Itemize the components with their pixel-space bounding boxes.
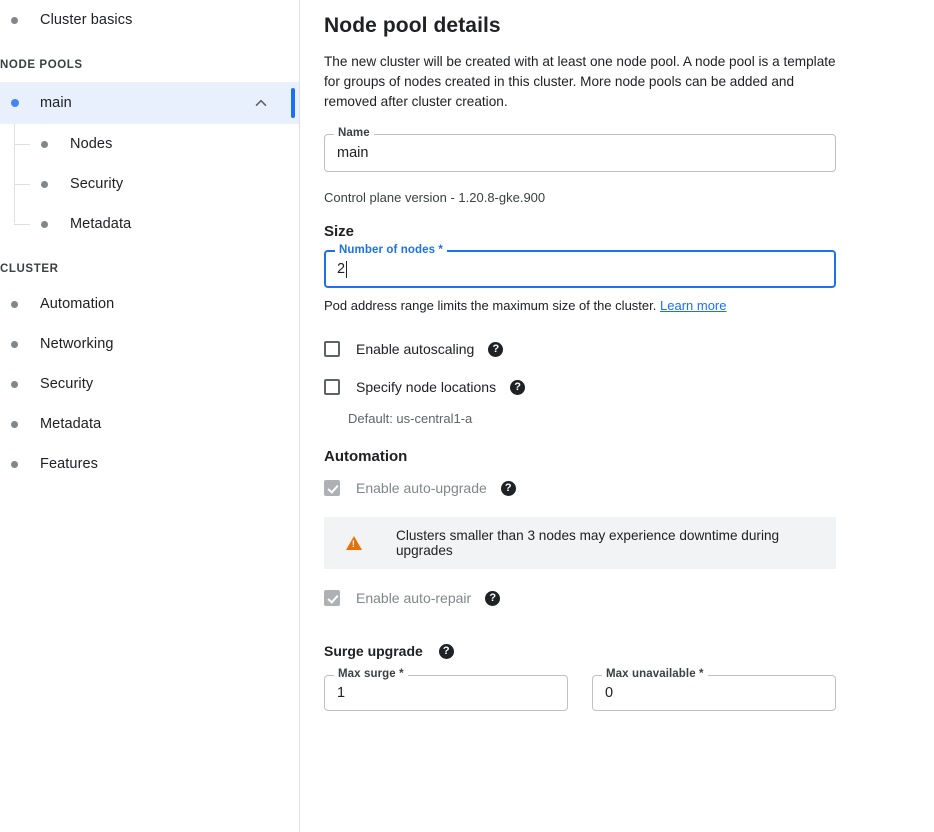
help-icon[interactable]: ? [510, 379, 526, 395]
enable-auto-repair-row: Enable auto-repair ? [324, 587, 836, 609]
automation-heading: Automation [324, 448, 408, 465]
sidebar-item-label: Security [70, 176, 124, 192]
sidebar-item-security[interactable]: Security [0, 364, 299, 404]
sidebar-item-main-pool[interactable]: main [0, 82, 299, 124]
help-icon[interactable]: ? [488, 341, 504, 357]
enable-auto-upgrade-checkbox [324, 480, 340, 496]
sidebar-item-automation[interactable]: Automation [0, 284, 299, 324]
name-field[interactable]: Name main [324, 127, 836, 172]
surge-upgrade-heading: Surge upgrade [324, 643, 423, 659]
learn-more-link[interactable]: Learn more [660, 298, 726, 313]
bullet-icon [11, 460, 18, 468]
specify-node-locations-checkbox[interactable] [324, 379, 340, 395]
warning-triangle-icon [346, 536, 362, 550]
page-description: The new cluster will be created with at … [324, 54, 836, 109]
max-unavailable-input[interactable]: Max unavailable * 0 [592, 668, 836, 711]
sidebar-item-label: Networking [40, 336, 114, 352]
sidebar-item-label: Features [40, 456, 99, 472]
pod-address-hint-text: Pod address range limits the maximum siz… [324, 298, 657, 313]
specify-node-locations-label: Specify node locations [356, 379, 497, 395]
page-title: Node pool details [324, 14, 501, 37]
sidebar-item-nodes[interactable]: Nodes [0, 124, 299, 164]
bullet-icon [11, 420, 18, 428]
bullet-icon [11, 99, 19, 107]
sidebar-item-features[interactable]: Features [0, 444, 299, 484]
downtime-warning-text: Clusters smaller than 3 nodes may experi… [396, 528, 780, 558]
enable-autoscaling-row[interactable]: Enable autoscaling ? [324, 338, 836, 360]
node-locations-default: Default: us-central1-a [348, 411, 473, 426]
enable-auto-repair-label: Enable auto-repair [356, 590, 472, 606]
enable-auto-repair-checkbox [324, 590, 340, 606]
chevron-up-icon[interactable] [253, 95, 269, 111]
bullet-icon [41, 180, 48, 188]
sidebar-item-label: Security [40, 376, 94, 392]
sidebar-pool-children: Nodes Security Metadata [0, 124, 299, 244]
specify-node-locations-row[interactable]: Specify node locations ? [324, 376, 836, 398]
number-of-nodes-label: Number of nodes * [335, 244, 447, 256]
sidebar-item-security-pool[interactable]: Security [0, 164, 299, 204]
max-surge-value: 1 [337, 685, 346, 701]
help-icon[interactable]: ? [485, 590, 501, 606]
max-unavailable-label: Max unavailable * [602, 668, 708, 680]
sidebar-item-label: main [40, 95, 72, 111]
sidebar-section-cluster: CLUSTER [0, 263, 59, 275]
main-content: Node pool details The new cluster will b… [300, 0, 934, 832]
sidebar-item-label: Metadata [40, 416, 102, 432]
number-of-nodes-value: 2 [337, 261, 346, 277]
sidebar-item-label: Cluster basics [40, 12, 133, 28]
pod-address-hint: Pod address range limits the maximum siz… [324, 298, 836, 313]
sidebar-item-networking[interactable]: Networking [0, 324, 299, 364]
bullet-icon [11, 16, 18, 24]
number-of-nodes-input[interactable]: Number of nodes * 2 [324, 244, 836, 288]
bullet-icon [41, 140, 48, 148]
bullet-icon [41, 220, 48, 228]
max-unavailable-value: 0 [605, 685, 614, 701]
help-icon[interactable]: ? [500, 480, 516, 496]
enable-autoscaling-checkbox[interactable] [324, 341, 340, 357]
selected-indicator-bar [291, 88, 295, 118]
max-surge-label: Max surge * [334, 668, 408, 680]
sidebar-section-node-pools: NODE POOLS [0, 59, 83, 71]
enable-auto-upgrade-row: Enable auto-upgrade ? [324, 477, 836, 499]
sidebar: Cluster basics NODE POOLS main Nodes Sec… [0, 0, 300, 832]
surge-fields: Max surge * 1 Max unavailable * 0 [324, 668, 836, 711]
size-heading: Size [324, 223, 355, 240]
bullet-icon [11, 300, 18, 308]
downtime-warning-banner: Clusters smaller than 3 nodes may experi… [324, 517, 836, 569]
page-root: Cluster basics NODE POOLS main Nodes Sec… [0, 0, 934, 832]
name-field-value: main [337, 145, 369, 161]
sidebar-item-metadata-pool[interactable]: Metadata [0, 204, 299, 244]
control-plane-version: Control plane version - 1.20.8-gke.900 [324, 190, 546, 205]
max-surge-input[interactable]: Max surge * 1 [324, 668, 568, 711]
enable-auto-upgrade-label: Enable auto-upgrade [356, 480, 487, 496]
sidebar-item-metadata[interactable]: Metadata [0, 404, 299, 444]
sidebar-item-label: Nodes [70, 136, 113, 152]
bullet-icon [11, 380, 18, 388]
sidebar-item-label: Automation [40, 296, 115, 312]
text-caret [346, 260, 348, 278]
sidebar-item-label: Metadata [70, 216, 132, 232]
surge-upgrade-heading-row: Surge upgrade ? [324, 643, 836, 659]
name-field-label: Name [334, 127, 374, 139]
sidebar-item-cluster-basics[interactable]: Cluster basics [0, 0, 299, 40]
help-icon[interactable]: ? [438, 643, 454, 659]
enable-autoscaling-label: Enable autoscaling [356, 341, 475, 357]
bullet-icon [11, 340, 18, 348]
